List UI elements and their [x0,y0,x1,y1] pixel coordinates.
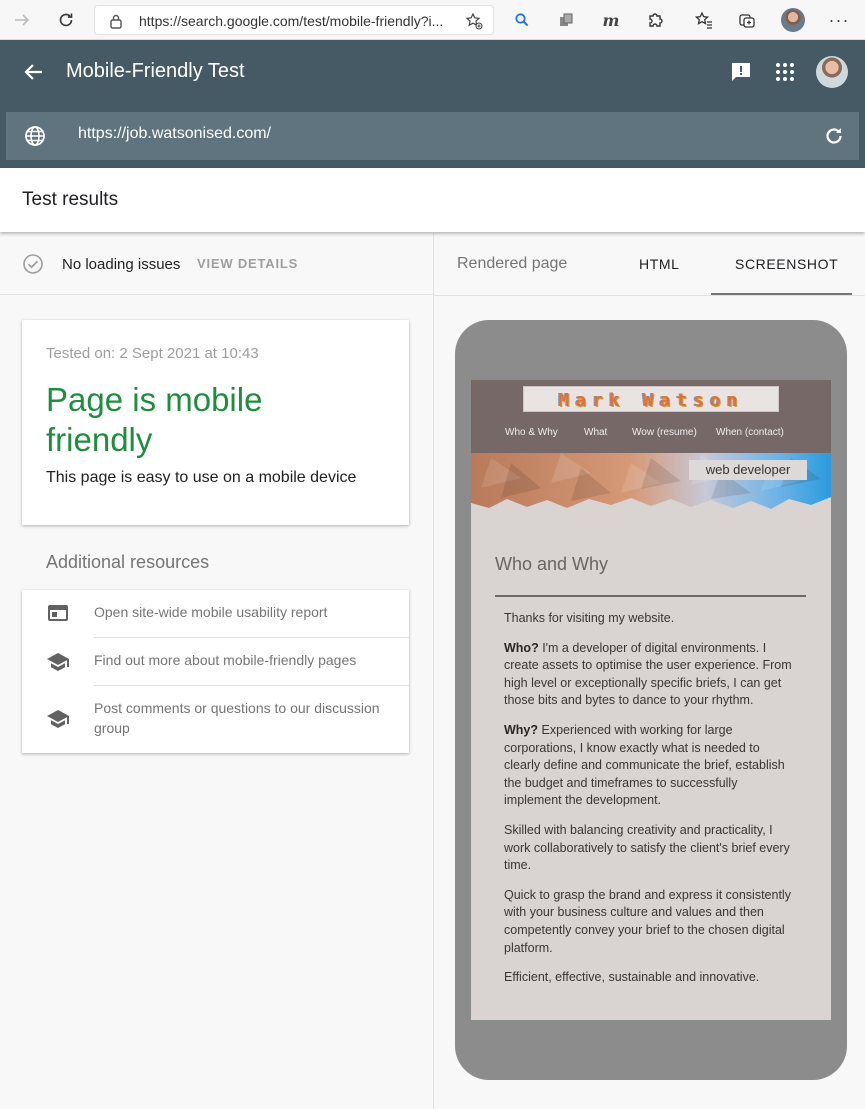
forward-icon[interactable] [10,8,34,32]
feedback-icon[interactable] [729,60,753,84]
rendered-screenshot: Mark Watson Who & Why What Wow (resume) … [471,380,831,1020]
resource-item[interactable]: Post comments or questions to our discus… [22,686,409,753]
school-icon [47,653,69,671]
resource-label[interactable]: Find out more about mobile-friendly page… [94,650,394,670]
site-paragraph: Efficient, effective, sustainable and in… [504,970,760,985]
site-text: Experienced with working for large corpo… [504,722,785,808]
results-title: Test results [22,189,119,210]
apps-grid-icon[interactable] [773,60,797,84]
page-title: Mobile-Friendly Test [66,60,245,82]
result-card: Tested on: 2 Sept 2021 at 10:43 Page is … [22,320,409,525]
site-text: I'm a developer of digital environments.… [504,640,792,708]
view-details-button[interactable]: VIEW DETAILS [197,256,298,271]
site-lead: Why? [504,722,539,737]
tab-screenshot[interactable]: SCREENSHOT [735,256,838,272]
resource-item[interactable]: Open site-wide mobile usability report [22,590,409,637]
site-divider [495,595,806,597]
m-extension-icon[interactable]: m [599,8,623,32]
school-icon [47,710,69,728]
active-tab-indicator [711,293,852,295]
collections-extension-icon[interactable] [555,8,579,32]
site-tagline: web developer [689,460,807,480]
browser-toolbar: https://search.google.com/test/mobile-fr… [0,0,865,40]
site-paragraph: Thanks for visiting my website. [504,611,675,625]
favorites-icon[interactable] [692,8,716,32]
site-nav-item: What [584,427,608,438]
more-menu-icon[interactable]: ··· [827,8,851,32]
tab-rendered-page: Rendered page [457,255,568,272]
profile-avatar[interactable] [781,8,805,32]
url-bar: https://job.watsonised.com/ [6,112,859,160]
address-text[interactable]: https://search.google.com/test/mobile-fr… [139,13,449,29]
resources-card: Open site-wide mobile usability report F… [22,590,409,753]
globe-icon [25,126,45,146]
site-header: Mark Watson Who & Why What Wow (resume) … [471,380,831,453]
site-nav-item: Wow (resume) [632,427,697,438]
results-header: Test results [0,168,865,232]
tested-on-date: Tested on: 2 Sept 2021 at 10:43 [46,345,259,362]
lock-icon [110,14,122,29]
loading-status-row: No loading issues VIEW DETAILS [0,233,433,295]
address-bar[interactable]: https://search.google.com/test/mobile-fr… [94,5,494,35]
site-paragraph: Quick to grasp the brand and express it … [504,887,791,955]
verdict-heading: Page is mobile friendly [46,381,263,458]
rerun-test-icon[interactable] [823,125,845,147]
extensions-icon[interactable] [643,8,667,32]
app-header: Mobile-Friendly Test https://job.watsoni… [0,40,865,168]
resource-label[interactable]: Post comments or questions to our discus… [94,698,394,738]
additional-resources-title: Additional resources [46,552,210,572]
url-input[interactable]: https://job.watsonised.com/ [78,125,271,143]
site-body-text: Thanks for visiting my website. Who? I'm… [504,610,796,999]
site-paragraph: Who? I'm a developer of digital environm… [504,640,796,710]
site-nav-item: Who & Why [505,427,558,438]
site-paragraph: Skilled with balancing creativity and pr… [504,822,790,873]
phone-frame: Mark Watson Who & Why What Wow (resume) … [455,320,847,1080]
add-favorite-icon[interactable] [465,12,483,30]
status-text: No loading issues [62,256,181,273]
panel-divider [433,233,434,1109]
report-icon [48,605,68,621]
search-icon[interactable] [510,8,534,32]
result-tabs: Rendered page HTML SCREENSHOT [434,233,865,296]
account-avatar[interactable] [816,56,848,88]
site-paragraph: Why? Experienced with working for large … [504,722,796,810]
verdict-description: This page is easy to use on a mobile dev… [46,469,357,486]
site-heading: Who and Why [495,554,609,574]
resource-label[interactable]: Open site-wide mobile usability report [94,602,394,622]
site-logo: Mark Watson [523,386,779,412]
check-circle-icon [23,254,43,274]
tab-html[interactable]: HTML [639,256,680,272]
site-lead: Who? [504,640,539,655]
collections-icon[interactable] [735,8,759,32]
reload-icon[interactable] [54,8,78,32]
resource-item[interactable]: Find out more about mobile-friendly page… [22,638,409,685]
site-logo-text: Mark Watson [558,390,744,411]
site-nav-item: When (contact) [716,427,784,438]
back-arrow-icon[interactable] [22,60,46,84]
